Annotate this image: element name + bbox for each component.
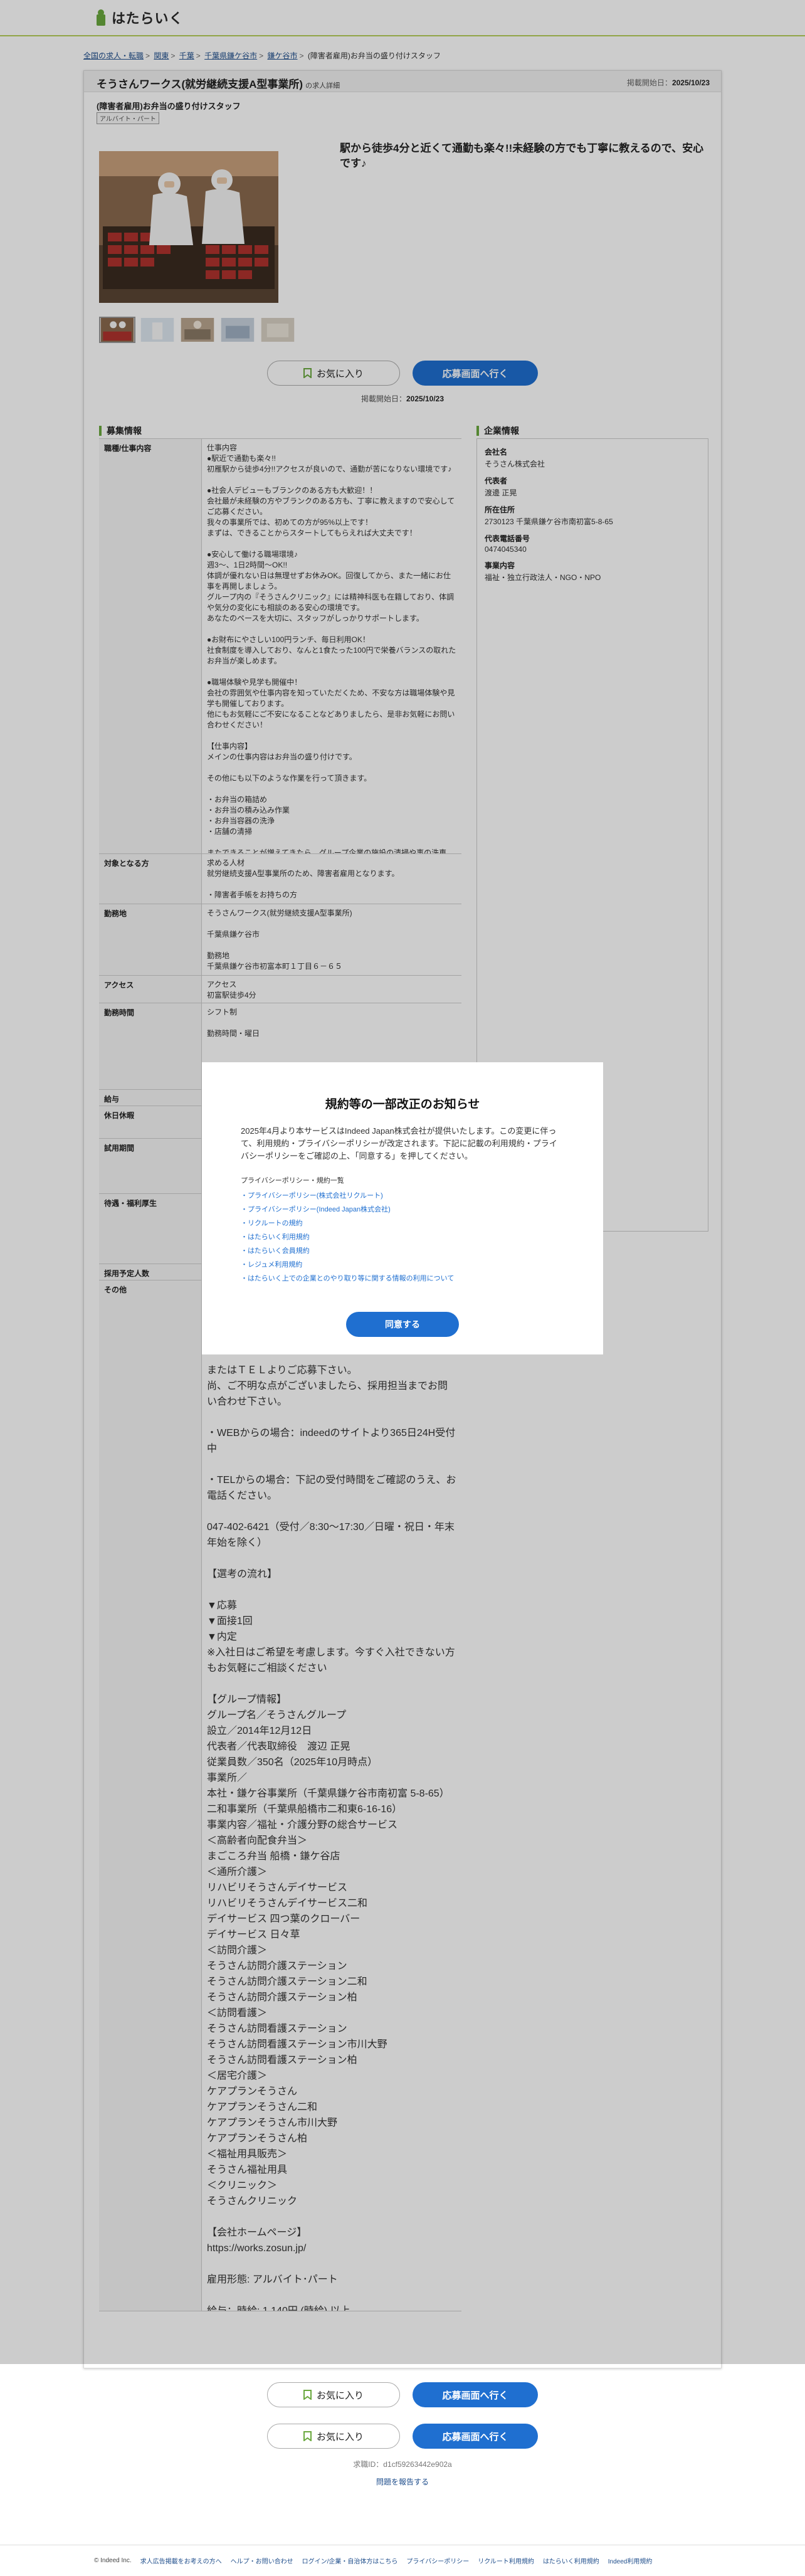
action-buttons-bottom: お気に入り 応募画面へ行く (84, 2382, 721, 2407)
footer-link[interactable]: Indeed利用規約 (608, 2556, 653, 2565)
terms-update-modal: 規約等の一部改正のお知らせ 2025年4月より本サービスはIndeed Japa… (202, 1062, 603, 1354)
policy-link[interactable]: レジュメ利用規約 (241, 1258, 454, 1272)
favorite-button[interactable]: お気に入り (267, 2382, 400, 2407)
footer-link[interactable]: ヘルプ・お問い合わせ (231, 2556, 293, 2565)
policy-link[interactable]: はたらいく利用規約 (241, 1230, 454, 1244)
modal-policy-list-title: プライバシーポリシー・規約一覧 (241, 1177, 344, 1185)
job-id-label: 求職ID： (353, 2460, 384, 2469)
footer-link[interactable]: ログイン/企業・自治体方はこちら (302, 2556, 398, 2565)
policy-link[interactable]: プライバシーポリシー(株式会社リクルート) (241, 1189, 454, 1203)
site-footer: © Indeed Inc. 求人広告掲載をお考えの方へ ヘルプ・お問い合わせ ロ… (0, 2545, 805, 2576)
apply-button[interactable]: 応募画面へ行く (413, 2424, 538, 2449)
policy-link[interactable]: プライバシーポリシー(Indeed Japan株式会社) (241, 1203, 454, 1217)
policy-link[interactable]: リクルートの規約 (241, 1217, 454, 1230)
footer-link[interactable]: リクルート利用規約 (478, 2556, 534, 2565)
copyright: © Indeed Inc. (94, 2557, 132, 2564)
report-link[interactable]: 問題を報告する (84, 2476, 721, 2487)
job-id: 求職ID：d1cf59263442e902a (84, 2459, 721, 2469)
modal-policy-links: プライバシーポリシー(株式会社リクルート) プライバシーポリシー(Indeed … (241, 1189, 454, 1285)
favorite-label: お気に入り (316, 2390, 364, 2401)
bookmark-icon (303, 2390, 312, 2400)
bookmark-icon (303, 2431, 312, 2441)
policy-link[interactable]: はたらいく会員規約 (241, 1244, 454, 1258)
action-buttons-footer: お気に入り 応募画面へ行く (84, 2424, 721, 2449)
favorite-button[interactable]: お気に入り (267, 2424, 400, 2449)
footer-link[interactable]: 求人広告掲載をお考えの方へ (140, 2556, 222, 2565)
modal-body: 2025年4月より本サービスはIndeed Japan株式会社が提供いたします。… (241, 1126, 557, 1161)
job-id-value: d1cf59263442e902a (383, 2460, 452, 2469)
favorite-label: お気に入り (316, 2431, 364, 2442)
footer-link[interactable]: プライバシーポリシー (406, 2556, 469, 2565)
modal-title: 規約等の一部改正のお知らせ (325, 1098, 480, 1111)
footer-link[interactable]: はたらいく利用規約 (543, 2556, 599, 2565)
apply-button[interactable]: 応募画面へ行く (413, 2382, 538, 2407)
agree-button[interactable]: 同意する (346, 1312, 459, 1337)
policy-link[interactable]: はたらいく上での企業とのやり取り等に関する情報の利用について (241, 1272, 454, 1285)
